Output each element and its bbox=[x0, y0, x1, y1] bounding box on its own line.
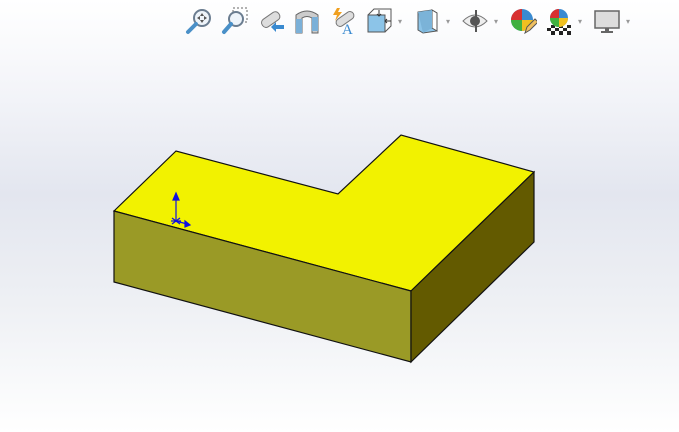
dynamic-annotation-views-icon: A bbox=[333, 8, 355, 35]
section-view-button[interactable] bbox=[292, 6, 322, 36]
view-settings-icon bbox=[594, 10, 620, 33]
edit-appearance-icon bbox=[511, 9, 537, 35]
apply-scene-dropdown[interactable]: ▾ bbox=[576, 6, 584, 36]
display-style-icon bbox=[417, 9, 438, 34]
dynamic-annotation-views-button[interactable]: A bbox=[328, 6, 358, 36]
heads-up-view-toolbar: A ▾ ▾ ▾ ▾ ▾ bbox=[184, 4, 634, 38]
display-style-dropdown[interactable]: ▾ bbox=[444, 6, 452, 36]
previous-view-icon bbox=[261, 11, 284, 32]
l-shaped-part[interactable] bbox=[112, 134, 536, 364]
view-settings-button[interactable] bbox=[592, 6, 622, 36]
zoom-to-fit-icon bbox=[186, 9, 211, 34]
view-orientation-icon bbox=[367, 8, 392, 33]
apply-scene-icon bbox=[547, 9, 571, 35]
view-orientation-dropdown[interactable]: ▾ bbox=[396, 6, 404, 36]
view-orientation-button[interactable] bbox=[364, 6, 394, 36]
graphics-area[interactable] bbox=[0, 0, 679, 432]
hide-show-items-icon bbox=[462, 10, 488, 32]
edit-appearance-button[interactable] bbox=[508, 6, 538, 36]
svg-text:A: A bbox=[342, 22, 353, 35]
apply-scene-button[interactable] bbox=[544, 6, 574, 36]
hide-show-items-button[interactable] bbox=[460, 6, 490, 36]
view-settings-dropdown[interactable]: ▾ bbox=[624, 6, 632, 36]
section-view-icon bbox=[295, 10, 319, 34]
zoom-to-fit-button[interactable] bbox=[184, 6, 214, 36]
zoom-to-area-icon bbox=[222, 7, 248, 34]
previous-view-button[interactable] bbox=[256, 6, 286, 36]
display-style-button[interactable] bbox=[412, 6, 442, 36]
hide-show-items-dropdown[interactable]: ▾ bbox=[492, 6, 500, 36]
zoom-to-area-button[interactable] bbox=[220, 6, 250, 36]
